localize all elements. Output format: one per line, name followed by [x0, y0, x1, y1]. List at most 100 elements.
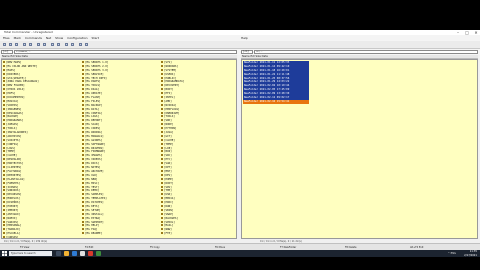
pack-icon[interactable] — [51, 43, 54, 46]
task-view-icon[interactable] — [56, 251, 61, 256]
folder-row[interactable]: [CURSOS] — [3, 236, 79, 239]
folder-name: [ROOT] — [164, 181, 174, 185]
right-file-panel[interactable]: NewFolder 2021-01-11 12:05:33 NewFolder 2… — [241, 59, 478, 239]
menu-start[interactable]: Start — [92, 36, 99, 40]
folder-name: [DOCUMENTOS] — [6, 96, 25, 100]
folder-icon — [82, 103, 84, 106]
folder-icon — [82, 107, 84, 110]
folder-icon — [161, 181, 163, 184]
ftp-icon[interactable] — [71, 43, 74, 46]
multi-rename-icon[interactable] — [85, 43, 88, 46]
folder-name: [CONFIG] — [6, 142, 19, 146]
back-icon[interactable] — [37, 43, 40, 46]
menu-commands[interactable]: Commands — [25, 36, 42, 40]
folder-icon — [161, 72, 163, 75]
folder-name: [CURSOS] — [6, 236, 19, 239]
folder-icon — [3, 158, 5, 161]
folder-name: [MG MISC] — [85, 181, 100, 185]
edge-icon[interactable] — [72, 251, 77, 256]
folder-icon — [82, 158, 84, 161]
folder-icon — [161, 92, 163, 95]
sort-icon[interactable] — [29, 43, 32, 46]
file-explorer-icon[interactable] — [64, 251, 69, 256]
folder-name: [MG FILES] — [85, 99, 101, 103]
folder-icon — [3, 111, 5, 114]
folder-icon — [3, 201, 5, 204]
folder-icon — [3, 127, 5, 130]
notepad-icon[interactable] — [79, 43, 82, 46]
folder-icon — [161, 216, 163, 219]
taskbar-clock[interactable]: 11:35 2/17/2021 — [464, 250, 477, 257]
folder-name: [MG CODES] — [85, 127, 101, 131]
folder-name: [MG SERIES 1.0] — [85, 61, 109, 64]
folder-name: [IMAGENES] — [6, 107, 22, 111]
tree-icon[interactable] — [23, 43, 26, 46]
full-view-icon[interactable] — [15, 43, 18, 46]
folder-name: [MG DATA] — [85, 107, 100, 111]
folder-name: [WINDOWS] — [164, 64, 179, 68]
folder-name: [CLIENTES] — [6, 166, 22, 170]
brief-view-icon[interactable] — [9, 43, 12, 46]
folder-icon — [161, 146, 163, 149]
folder-name: [PERSONAL] — [6, 224, 22, 228]
folder-icon — [3, 131, 5, 134]
folder-icon — [161, 201, 163, 204]
folder-icon — [3, 181, 5, 184]
chrome-icon[interactable] — [88, 251, 93, 256]
forward-icon[interactable] — [43, 43, 46, 46]
folder-name: [EFI] — [164, 92, 172, 96]
menu-mark[interactable]: Mark — [14, 36, 21, 40]
menu-files[interactable]: Files — [3, 36, 10, 40]
folder-icon — [82, 111, 84, 114]
folder-icon — [161, 193, 163, 196]
folder-name: [FUENTES] — [6, 181, 21, 185]
folder-icon — [82, 146, 84, 149]
folder-name: [PROGRAMAS] — [6, 119, 24, 123]
folder-icon — [3, 103, 5, 106]
total-commander-icon[interactable] — [96, 251, 101, 256]
folder-name: [MG WIRING] — [85, 131, 103, 135]
folder-icon — [82, 142, 84, 145]
left-path-field[interactable]: c:\Users\ *.* — [14, 50, 237, 54]
folder-icon — [82, 216, 84, 219]
taskbar-search-box[interactable]: Type here to search — [9, 251, 52, 256]
refresh-icon[interactable] — [3, 43, 6, 46]
store-icon[interactable] — [80, 251, 85, 256]
cursor-file-row[interactable]: NewFolder 2021-02-16 15:54:41 — [243, 99, 309, 104]
folder-icon — [3, 154, 5, 157]
unpack-icon[interactable] — [57, 43, 60, 46]
menu-net[interactable]: Net — [46, 36, 51, 40]
folder-icon — [3, 169, 5, 172]
folder-icon — [3, 232, 5, 235]
folder-icon — [3, 80, 5, 83]
search-icon[interactable] — [65, 43, 68, 46]
folder-name: [ESCUELA] — [6, 232, 21, 236]
windows-start-icon[interactable] — [2, 251, 7, 256]
folder-name: [MG VIDEOS] — [85, 158, 103, 162]
folder-row[interactable]: [FTP] — [161, 232, 236, 236]
folder-icon — [161, 96, 163, 99]
folder-icon — [3, 224, 5, 227]
menu-configuration[interactable]: Configuration — [67, 36, 87, 40]
folder-name: [PROGRAMDATA] — [164, 80, 185, 84]
right-drive-select[interactable]: [-d-] — [241, 50, 253, 54]
folder-icon — [161, 162, 163, 165]
folder-icon — [3, 236, 5, 238]
left-file-panel[interactable]: [NEW MAPS] [MG COLOR AND WHITE] [MAPS] [DRI… — [1, 59, 237, 239]
folder-name: [MG DOCS] — [85, 162, 100, 166]
folder-name: [MG SETUP] — [85, 208, 101, 212]
folder-name: [PROYECTOS] — [6, 162, 24, 166]
folder-name: [USR] — [164, 193, 172, 197]
system-tray[interactable]: ^ ENG — [448, 251, 456, 256]
folder-name: [MG FLASH] — [85, 96, 101, 100]
folder-icon — [161, 107, 163, 110]
folder-icon — [82, 162, 84, 165]
folder-name: [PYTHON] — [164, 127, 177, 131]
right-path-field[interactable]: d:\*.* — [254, 50, 478, 54]
folder-name: [TOOLS] — [6, 127, 17, 131]
folder-icon — [3, 115, 5, 118]
left-drive-select[interactable]: [-c-] — [1, 50, 13, 54]
folder-name: [ARCHIVOS] — [6, 134, 22, 138]
menu-show[interactable]: Show — [55, 36, 63, 40]
folder-row[interactable]: [MG README] — [82, 232, 158, 236]
